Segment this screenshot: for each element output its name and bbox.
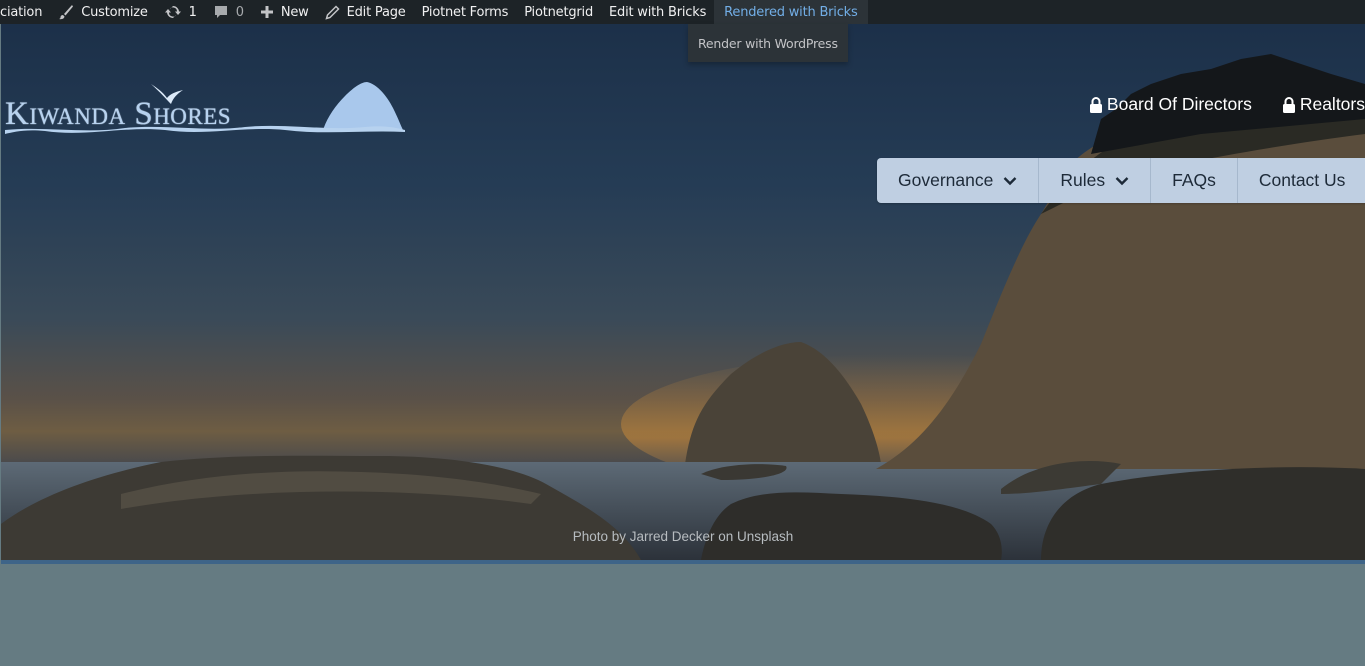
top-link-board-of-directors[interactable]: Board Of Directors bbox=[1089, 94, 1252, 115]
nav-item-label: FAQs bbox=[1172, 170, 1216, 190]
chevron-down-icon bbox=[1115, 176, 1129, 186]
admin-bar-site-name[interactable]: ciation bbox=[0, 0, 50, 24]
nav-item-label: Contact Us bbox=[1258, 170, 1346, 190]
updates-count: 1 bbox=[188, 4, 197, 20]
nav-item-faqs[interactable]: FAQs bbox=[1151, 158, 1238, 203]
top-links: Board Of Directors Realtors bbox=[1089, 94, 1365, 115]
nav-item-label: Rules bbox=[1060, 170, 1106, 190]
chevron-down-icon bbox=[1003, 176, 1017, 186]
admin-bar-updates[interactable]: 1 bbox=[156, 0, 205, 24]
edit-page-label: Edit Page bbox=[346, 4, 406, 20]
nav-item-contact-us[interactable]: Contact Us bbox=[1238, 158, 1365, 203]
rendered-with-bricks-label: Rendered with Bricks bbox=[724, 4, 858, 20]
admin-bar-piotnet-forms[interactable]: Piotnet Forms bbox=[414, 0, 517, 24]
lock-icon bbox=[1089, 96, 1103, 113]
nav-item-rules[interactable]: Rules bbox=[1039, 158, 1152, 203]
hero-bottom-border bbox=[1, 560, 1365, 564]
new-label: New bbox=[280, 4, 309, 20]
plus-icon bbox=[260, 5, 274, 19]
admin-bar-edit-page[interactable]: Edit Page bbox=[317, 0, 414, 24]
edit-with-bricks-label: Edit with Bricks bbox=[609, 4, 707, 20]
pencil-icon bbox=[325, 4, 340, 20]
nav-item-governance[interactable]: Governance bbox=[877, 158, 1040, 203]
lock-icon bbox=[1282, 96, 1296, 113]
admin-bar-new[interactable]: New bbox=[252, 0, 317, 24]
admin-bar-comments[interactable]: 0 bbox=[205, 0, 252, 24]
nav-item-label: Governance bbox=[898, 170, 994, 190]
render-mode-dropdown: Render with WordPress bbox=[688, 24, 848, 62]
logo-text: Kiwanda Shores bbox=[5, 96, 232, 132]
admin-bar-piotnetgrid[interactable]: Piotnetgrid bbox=[516, 0, 601, 24]
render-with-wordpress-item[interactable]: Render with WordPress bbox=[698, 36, 838, 51]
admin-bar-rendered-with-bricks[interactable]: Rendered with Bricks bbox=[714, 0, 868, 24]
top-link-label: Board Of Directors bbox=[1106, 94, 1252, 114]
piotnetgrid-label: Piotnetgrid bbox=[524, 4, 593, 20]
admin-bar: ciation Customize 1 0 New Edit Page Piot… bbox=[0, 0, 1365, 24]
site-logo[interactable]: Kiwanda Shores bbox=[5, 80, 405, 136]
site-name-label: ciation bbox=[0, 4, 43, 20]
main-nav: Governance Rules FAQs Contact Us bbox=[877, 158, 1365, 203]
comments-count: 0 bbox=[235, 4, 244, 20]
comment-icon bbox=[213, 4, 229, 20]
top-link-realtors[interactable]: Realtors bbox=[1282, 94, 1365, 115]
paintbrush-icon bbox=[58, 4, 74, 20]
hero-banner: Kiwanda Shores Board Of Directors Realto… bbox=[1, 24, 1365, 560]
top-link-label: Realtors bbox=[1299, 94, 1365, 114]
customize-label: Customize bbox=[81, 4, 148, 20]
admin-bar-edit-with-bricks[interactable]: Edit with Bricks bbox=[601, 0, 714, 24]
piotnet-forms-label: Piotnet Forms bbox=[421, 4, 509, 20]
updates-icon bbox=[164, 4, 182, 20]
admin-bar-customize[interactable]: Customize bbox=[50, 0, 155, 24]
photo-credit: Photo by Jarred Decker on Unsplash bbox=[572, 529, 794, 544]
